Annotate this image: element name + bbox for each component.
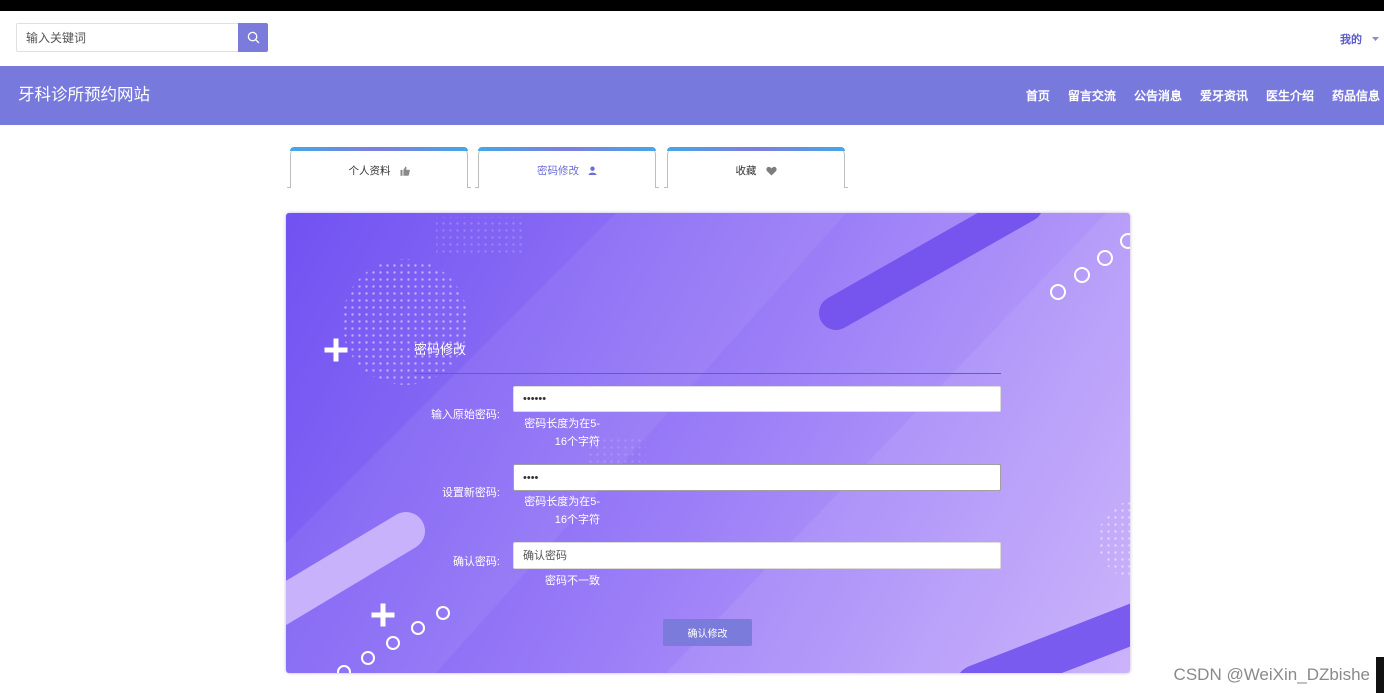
tab-favorites[interactable]: 收藏 <box>664 147 845 188</box>
nav-item-announcements[interactable]: 公告消息 <box>1134 87 1182 104</box>
caret-down-icon <box>1372 37 1379 41</box>
nav-menu: 首页 留言交流 公告消息 爱牙资讯 医生介绍 药品信息 <box>1026 66 1380 125</box>
site-title[interactable]: 牙科诊所预约网站 <box>18 66 150 125</box>
hint-line: 16个字符 <box>554 514 600 526</box>
tab-label: 收藏 <box>735 165 757 177</box>
hint-line: 密码长度为在5- <box>524 496 600 508</box>
hint-line: 密码不一致 <box>545 575 600 587</box>
hint-line: 16个字符 <box>554 436 600 448</box>
confirm-password-label: 确认密码: <box>452 556 500 568</box>
old-password-input[interactable] <box>513 386 1001 412</box>
heart-icon <box>765 166 777 176</box>
nav-item-home[interactable]: 首页 <box>1026 87 1050 104</box>
window-top-bar <box>0 0 1384 11</box>
confirm-password-input[interactable] <box>513 542 1001 569</box>
main-navbar: 牙科诊所预约网站 首页 留言交流 公告消息 爱牙资讯 医生介绍 药品信息 <box>0 66 1384 125</box>
tab-profile[interactable]: 个人资料 <box>287 147 468 188</box>
window-edge <box>1376 657 1384 693</box>
search-button[interactable] <box>238 23 268 52</box>
thumbs-up-icon <box>400 166 410 176</box>
tab-label: 个人资料 <box>348 165 391 177</box>
password-change-card: 密码修改 输入原始密码: 密码长度为在5- 16个字符 设置新密码: 密码长度为… <box>286 213 1130 673</box>
confirm-password-hint: 密码不一致 <box>480 572 600 590</box>
form-title: 密码修改 <box>414 342 467 357</box>
dotted-patch-decoration <box>436 217 526 253</box>
old-password-hint: 密码长度为在5- 16个字符 <box>480 415 600 451</box>
watermark: CSDN @WeiXin_DZbishe <box>1173 665 1370 684</box>
user-menu-label: 我的 <box>1340 34 1362 46</box>
card-background <box>286 213 1130 673</box>
nav-item-dental-news[interactable]: 爱牙资讯 <box>1200 87 1248 104</box>
tab-change-password[interactable]: 密码修改 <box>475 147 656 188</box>
search-input[interactable] <box>16 23 238 52</box>
user-menu[interactable]: 我的 <box>1340 30 1379 48</box>
hint-line: 密码长度为在5- <box>524 418 600 430</box>
nav-item-messages[interactable]: 留言交流 <box>1068 87 1116 104</box>
new-password-input[interactable] <box>513 464 1001 491</box>
tab-label: 密码修改 <box>537 165 579 177</box>
new-password-hint: 密码长度为在5- 16个字符 <box>480 493 600 529</box>
form-divider <box>414 373 1001 374</box>
search-icon <box>247 31 260 44</box>
nav-item-doctors[interactable]: 医生介绍 <box>1266 87 1314 104</box>
confirm-change-button[interactable]: 确认修改 <box>663 619 752 646</box>
dotted-circle-decoration <box>342 259 468 385</box>
nav-item-medicines[interactable]: 药品信息 <box>1332 87 1380 104</box>
user-icon <box>588 166 597 175</box>
